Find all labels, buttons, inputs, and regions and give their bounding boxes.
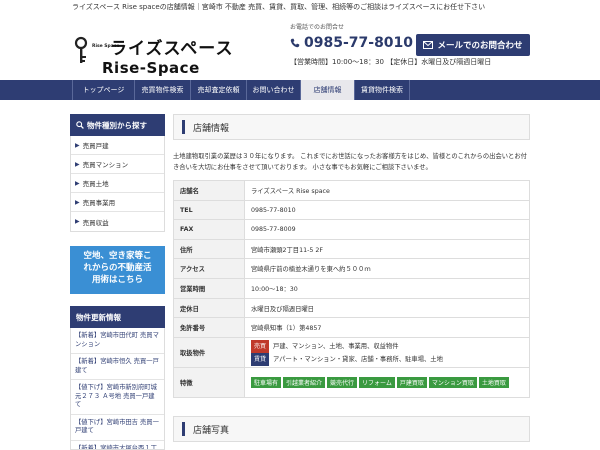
info-value: 宮崎市瀬頭2丁目11-5 2F (244, 239, 530, 259)
chevron-right-icon: ▶ (75, 179, 80, 187)
info-row-features: 特徴 駐車場有 引越業者紹介 競売代行 リフォーム 戸建買取 マンション買取 土地買取 (173, 367, 530, 398)
updates-title: 物件更新情報 (70, 306, 165, 328)
update-item[interactable]: 【新着】宮崎市大塚台西１丁目３２－３ 土地 売買 (71, 441, 164, 450)
chevron-right-icon: ▶ (75, 218, 80, 225)
info-key: 特徴 (173, 367, 245, 398)
info-key: FAX (173, 219, 245, 240)
sidebar-list: ▶ 売買戸建 ▶ 売買マンション ▶ 売買土地 ▶ 売買事業用 ▶ 売買収益 (70, 136, 165, 232)
sidebar-item-label: 売買土地 (82, 180, 109, 188)
handling-tag: 賃貸 (251, 352, 270, 366)
feature-badge: 駐車場有 (251, 377, 282, 388)
logo-jp: ライズスペース (110, 39, 234, 59)
info-key: 店舗名 (173, 180, 245, 201)
key-icon (74, 36, 88, 63)
phone-icon (290, 38, 300, 48)
handling-tag: 売買 (251, 339, 270, 353)
sidebar-item-5[interactable]: ▶ 売買収益 (71, 212, 164, 231)
heading-accent (182, 120, 185, 134)
sidebar-category: 物件種別から探す ▶ 売買戸建 ▶ 売買マンション ▶ 売買土地 ▶ 売買事業用 ▶ 売買収益 (70, 114, 165, 232)
nav-item-4[interactable]: お問い合わせ (246, 80, 300, 100)
main-nav: トップページ 売買物件検索 売却査定依頼 お問い合わせ 店舗情報 賃貸物件検索 (0, 80, 600, 100)
store-intro: 土地建物取引業の業歴は３０年になります。 これまでにお世話になったお客様方をはじ… (173, 153, 527, 171)
handling-text: アパート・マンション・貸家、店舗・事務所、駐車場、土地 (273, 355, 443, 363)
search-icon (76, 121, 84, 129)
info-row: TEL 0985-77-8010 (173, 200, 530, 220)
nav-item-1[interactable]: トップページ (72, 80, 134, 100)
info-row: 店舗名 ライズスペース Rise space (173, 180, 530, 201)
sidebar-item-label: 売買事業用 (82, 199, 116, 207)
info-row-handling: 取扱物件 売買 戸建、マンション、土地、事業用、収益物件 賃貸 アパート・マンション・貸… (173, 337, 530, 368)
sidebar-item-label: 売買収益 (82, 218, 109, 227)
update-item[interactable]: 【新着】宮崎市田代町 売買マンション (71, 328, 164, 354)
info-key: TEL (173, 200, 245, 220)
info-key: アクセス (173, 258, 245, 279)
updates-list: 【新着】宮崎市田代町 売買マンション 【新着】宮崎市恒久 売買一戸建て 【値下げ】宮… (70, 328, 165, 450)
chevron-right-icon: ▶ (75, 160, 80, 168)
section-heading-store: 店舗情報 (173, 114, 530, 140)
chevron-right-icon: ▶ (75, 198, 80, 206)
nav-item-3[interactable]: 売却査定依頼 (190, 80, 246, 100)
header: Rise Space ライズスペース Rise-Space お電話でのお問合せ … (0, 14, 600, 80)
logo-en: Rise-Space (102, 59, 200, 77)
update-item[interactable]: 【値下げ】宮崎市新別府町城元２７３ Ａ号地 売買一戸建て (71, 380, 164, 415)
feature-badge: 引越業者紹介 (283, 377, 326, 388)
info-value: 売買 戸建、マンション、土地、事業用、収益物件 賃貸 アパート・マンション・貸家、店舗… (244, 337, 530, 368)
mail-contact-button[interactable]: メールでのお問合わせ (416, 34, 530, 56)
info-row: FAX 0985-77-8009 (173, 219, 530, 240)
info-value: 宮崎県庁前の楠並木通りを東へ約５００ｍ (244, 258, 530, 279)
chevron-right-icon: ▶ (75, 141, 80, 149)
mail-button-label: メールでのお問合わせ (437, 41, 523, 51)
heading-accent (182, 422, 185, 436)
feature-badge: 戸建買取 (396, 377, 427, 388)
info-value: ライズスペース Rise space (244, 180, 530, 201)
info-key: 定休日 (173, 298, 245, 318)
sidebar-item-2[interactable]: ▶ 売買マンション (71, 155, 164, 174)
sidebar-item-label: 売買マンション (82, 161, 129, 169)
info-row: アクセス 宮崎県庁前の楠並木通りを東へ約５００ｍ (173, 258, 530, 279)
nav-item-2[interactable]: 売買物件検索 (134, 80, 190, 100)
site-logo[interactable]: Rise Space ライズスペース Rise-Space (72, 24, 232, 79)
sidebar-title: 物件種別から探す (70, 114, 165, 136)
main-content: 店舗情報 土地建物取引業の業歴は３０年になります。 これまでにお世話になったお客… (173, 114, 530, 173)
info-key: 取扱物件 (173, 337, 245, 368)
info-value: 0985-77-8009 (244, 219, 530, 240)
sidebar-item-3[interactable]: ▶ 売買土地 (71, 174, 164, 193)
update-item[interactable]: 【値下げ】宮崎市田吉 売買一戸建て (71, 415, 164, 441)
business-hours: 【営業時間】10:00～18：30 【定休日】水曜日及び隔週日曜日 (290, 58, 492, 66)
vacant-land-banner[interactable]: 空地、空き家等こ れからの不動産活 用術はこちら (70, 246, 165, 294)
feature-badge: リフォーム (359, 377, 395, 388)
nav-item-6[interactable]: 賃貸物件検索 (354, 80, 410, 100)
info-row: 定休日 水曜日及び隔週日曜日 (173, 298, 530, 318)
info-value: 駐車場有 引越業者紹介 競売代行 リフォーム 戸建買取 マンション買取 土地買取 (244, 367, 530, 398)
info-value: 宮崎県知事（1）第4857 (244, 317, 530, 338)
sidebar-item-1[interactable]: ▶ 売買戸建 (71, 136, 164, 155)
tel-label: お電話でのお問合せ (290, 24, 345, 31)
section-heading-photos: 店舗写真 (173, 416, 530, 442)
info-key: 免許番号 (173, 317, 245, 338)
info-value: 10:00～18：30 (244, 278, 530, 299)
info-row: 営業時間 10:00～18：30 (173, 278, 530, 299)
store-photos-section: 店舗写真 (173, 416, 530, 442)
info-key: 営業時間 (173, 278, 245, 299)
info-row: 免許番号 宮崎県知事（1）第4857 (173, 317, 530, 338)
feature-badge: 土地買取 (478, 377, 509, 388)
info-key: 住所 (173, 239, 245, 259)
update-item[interactable]: 【新着】宮崎市恒久 売買一戸建て (71, 354, 164, 380)
handling-text: 戸建、マンション、土地、事業用、収益物件 (273, 342, 399, 350)
info-value: 水曜日及び隔週日曜日 (244, 298, 530, 318)
tel-text: 0985-77-8010 (304, 35, 414, 51)
feature-badge: マンション買取 (428, 377, 477, 388)
info-value: 0985-77-8010 (244, 200, 530, 220)
sidebar-item-label: 売買戸建 (82, 142, 109, 150)
mail-icon (423, 41, 434, 49)
store-info-table: 店舗名 ライズスペース Rise space TEL 0985-77-8010 FAX 0… (173, 180, 530, 398)
nav-item-5[interactable]: 店舗情報 (300, 80, 354, 100)
feature-badge: 競売代行 (327, 377, 358, 388)
info-row: 住所 宮崎市瀬頭2丁目11-5 2F (173, 239, 530, 259)
site-tagline: ライズスペース Rise spaceの店舗情報｜宮崎市 不動産 売買、賃貸、買取… (72, 3, 486, 11)
sidebar-item-4[interactable]: ▶ 売買事業用 (71, 193, 164, 212)
